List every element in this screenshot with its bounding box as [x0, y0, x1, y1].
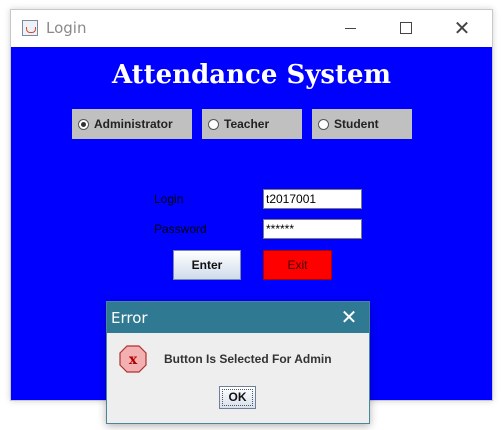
dialog-title: Error [111, 309, 148, 327]
exit-button[interactable]: Exit [263, 250, 332, 280]
window-title: Login [46, 19, 87, 37]
radio-label: Teacher [224, 117, 270, 131]
login-input[interactable]: t2017001 [263, 189, 362, 209]
app-heading: Attendance System [111, 60, 392, 90]
dialog-titlebar[interactable]: Error ✕ [107, 302, 369, 333]
radio-unselected-icon [208, 118, 219, 130]
radio-unselected-icon [318, 118, 329, 130]
radio-label: Administrator [94, 117, 173, 131]
enter-button[interactable]: Enter [173, 250, 241, 280]
minimize-button[interactable] [331, 14, 371, 42]
dialog-close-button[interactable]: ✕ [335, 304, 363, 330]
radio-administrator[interactable]: Administrator [72, 109, 192, 139]
error-icon: x [119, 345, 147, 373]
dialog-message: Button Is Selected For Admin [164, 352, 332, 366]
password-label: Password [154, 222, 207, 236]
ok-button[interactable]: OK [219, 386, 256, 409]
window-titlebar[interactable]: Login ✕ [11, 10, 492, 47]
radio-student[interactable]: Student [312, 109, 412, 139]
radio-teacher[interactable]: Teacher [202, 109, 302, 139]
close-button[interactable]: ✕ [442, 14, 482, 42]
svg-text:x: x [129, 352, 138, 368]
java-cup-icon [22, 20, 38, 36]
error-dialog: Error ✕ x Button Is Selected For Admin O… [106, 301, 370, 424]
maximize-button[interactable] [386, 14, 426, 42]
password-input[interactable]: ****** [263, 219, 362, 239]
radio-selected-icon [78, 118, 89, 130]
radio-label: Student [334, 117, 379, 131]
login-label: Login [154, 192, 184, 206]
